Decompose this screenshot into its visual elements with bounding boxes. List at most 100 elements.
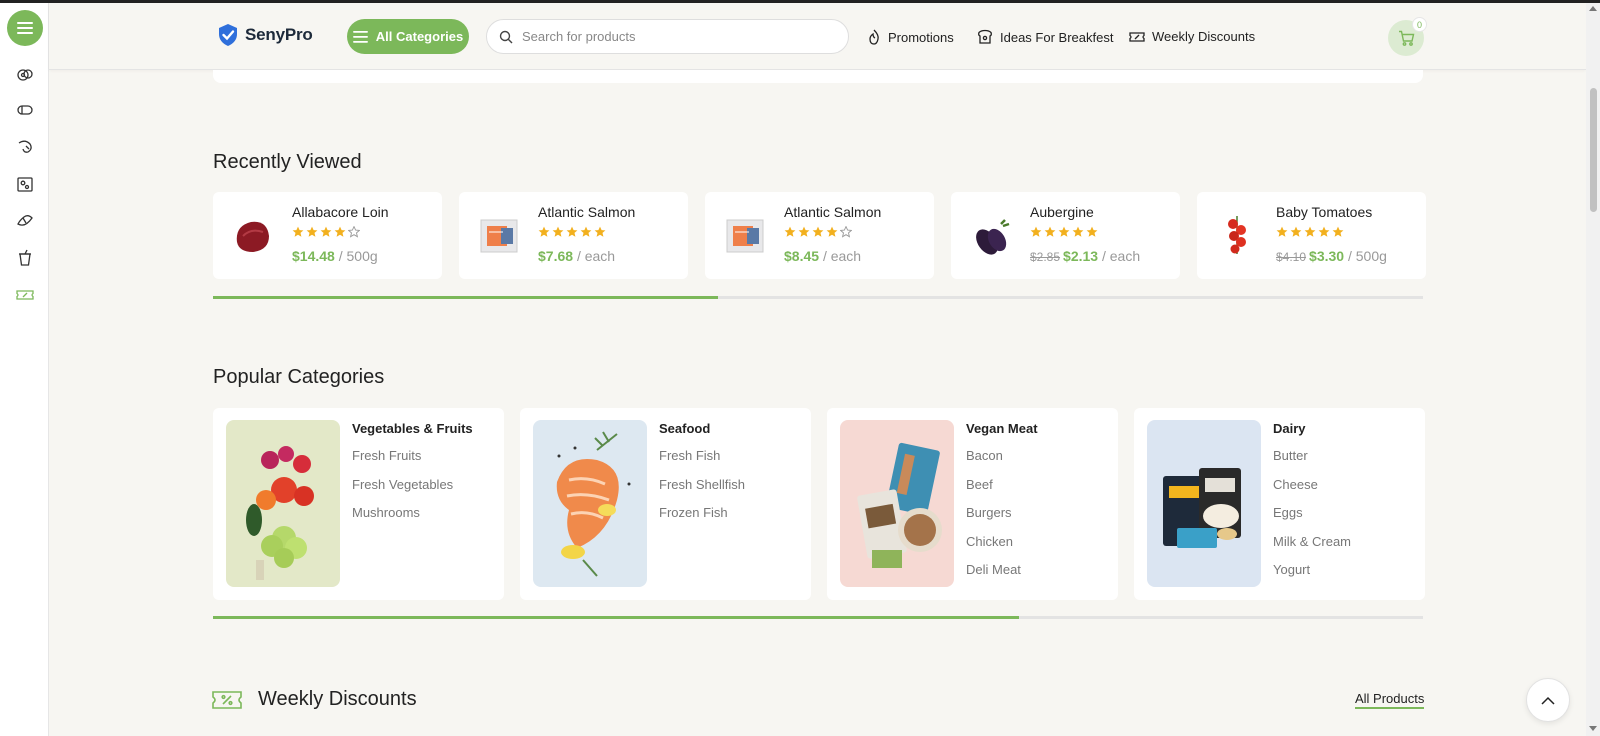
discount-ticket-icon[interactable] — [15, 285, 35, 305]
subcategory-link[interactable]: Frozen Fish — [659, 505, 745, 534]
price-unit: / 500g — [338, 248, 378, 264]
nav-weekly-discounts[interactable]: Weekly Discounts — [1129, 29, 1255, 44]
nav-weekly-label: Weekly Discounts — [1152, 29, 1256, 44]
star-filled-icon — [1086, 226, 1098, 237]
product-image[interactable] — [229, 212, 277, 260]
subcategory-link[interactable]: Cheese — [1273, 477, 1351, 506]
menu-button[interactable] — [7, 10, 43, 46]
star-filled-icon — [594, 226, 606, 237]
product-name[interactable]: Allabacore Loin — [292, 204, 389, 220]
search-bar[interactable] — [486, 19, 849, 54]
star-filled-icon — [580, 226, 592, 237]
product-price: $14.48 / 500g — [292, 248, 378, 264]
current-price: $3.30 — [1309, 248, 1345, 264]
price-unit: / each — [822, 248, 862, 264]
category-image[interactable] — [1147, 420, 1261, 587]
star-filled-icon — [812, 226, 824, 237]
product-name[interactable]: Atlantic Salmon — [538, 204, 635, 220]
back-to-top-button[interactable] — [1526, 678, 1570, 722]
category-image[interactable] — [840, 420, 954, 587]
flame-icon — [869, 29, 879, 45]
cart-count-badge: 0 — [1412, 17, 1427, 32]
category-image[interactable] — [226, 420, 340, 587]
category-card: Dairy Butter Cheese Eggs Milk & Cream Yogurt — [1134, 408, 1425, 600]
product-image[interactable] — [967, 212, 1015, 260]
category-name[interactable]: Vegan Meat — [966, 421, 1038, 436]
category-name[interactable]: Vegetables & Fruits — [352, 421, 473, 436]
subcategory-link[interactable]: Mushrooms — [352, 505, 453, 534]
product-image[interactable] — [721, 212, 769, 260]
subcategory-link[interactable]: Burgers — [966, 505, 1021, 534]
product-rating — [538, 226, 606, 238]
category-name[interactable]: Seafood — [659, 421, 710, 436]
popular-categories-progress[interactable] — [213, 616, 1423, 619]
scroll-up-arrow-icon[interactable] — [1589, 6, 1597, 11]
product-image[interactable] — [1213, 212, 1261, 260]
subcategory-link[interactable]: Eggs — [1273, 505, 1351, 534]
category-image[interactable] — [533, 420, 647, 587]
star-filled-icon — [1030, 226, 1042, 237]
current-price: $7.68 — [538, 248, 574, 264]
star-filled-icon — [1332, 226, 1344, 237]
subcategory-link[interactable]: Deli Meat — [966, 562, 1021, 591]
progress-fill — [213, 616, 1019, 619]
current-price: $2.13 — [1063, 248, 1099, 264]
subcategory-list: Fresh Fish Fresh Shellfish Frozen Fish — [659, 448, 745, 534]
star-filled-icon — [1072, 226, 1084, 237]
avocado-icon[interactable] — [15, 63, 35, 83]
subcategory-link[interactable]: Beef — [966, 477, 1021, 506]
product-card[interactable]: Aubergine $2.85 $2.13 / each — [951, 192, 1180, 279]
drink-cup-icon[interactable] — [15, 248, 35, 268]
star-filled-icon — [826, 226, 838, 237]
discount-ticket-icon — [212, 691, 242, 709]
product-card[interactable]: Baby Tomatoes $4.10 $3.30 / 500g — [1197, 192, 1426, 279]
sausage-icon[interactable] — [15, 100, 35, 120]
all-products-link[interactable]: All Products — [1355, 691, 1425, 709]
star-filled-icon — [784, 226, 796, 237]
subcategory-link[interactable]: Fresh Fish — [659, 448, 745, 477]
product-card[interactable]: Atlantic Salmon $7.68 / each — [459, 192, 688, 279]
subcategory-list: Fresh Fruits Fresh Vegetables Mushrooms — [352, 448, 453, 534]
all-categories-button[interactable]: All Categories — [347, 19, 469, 54]
shrimp-icon[interactable] — [15, 137, 35, 157]
scrollbar-thumb[interactable] — [1590, 88, 1597, 212]
recently-viewed-title: Recently Viewed — [213, 151, 362, 173]
product-card[interactable]: Allabacore Loin $14.48 / 500g — [213, 192, 442, 279]
price-unit: / 500g — [1347, 248, 1387, 264]
croissant-icon[interactable] — [15, 211, 35, 231]
subcategory-link[interactable]: Yogurt — [1273, 562, 1351, 591]
star-filled-icon — [1058, 226, 1070, 237]
nav-promotions[interactable]: Promotions — [867, 29, 954, 45]
subcategory-link[interactable]: Milk & Cream — [1273, 534, 1351, 563]
subcategory-link[interactable]: Fresh Shellfish — [659, 477, 745, 506]
product-name[interactable]: Baby Tomatoes — [1276, 204, 1372, 220]
subcategory-link[interactable]: Fresh Fruits — [352, 448, 453, 477]
product-card[interactable]: Atlantic Salmon $8.45 / each — [705, 192, 934, 279]
product-price: $4.10 $3.30 / 500g — [1276, 248, 1387, 264]
product-rating — [784, 226, 852, 238]
star-empty-icon — [840, 226, 852, 238]
search-input[interactable] — [522, 29, 822, 44]
product-image[interactable] — [475, 212, 523, 260]
star-filled-icon — [306, 226, 318, 237]
category-name[interactable]: Dairy — [1273, 421, 1306, 436]
logo[interactable]: SenyPro — [217, 23, 313, 47]
scroll-down-arrow-icon[interactable] — [1589, 726, 1597, 731]
product-name[interactable]: Aubergine — [1030, 204, 1094, 220]
product-name[interactable]: Atlantic Salmon — [784, 204, 881, 220]
subcategory-link[interactable]: Fresh Vegetables — [352, 477, 453, 506]
subcategory-link[interactable]: Butter — [1273, 448, 1351, 477]
subcategory-link[interactable]: Bacon — [966, 448, 1021, 477]
chevron-up-icon — [1541, 696, 1555, 705]
subcategory-link[interactable]: Chicken — [966, 534, 1021, 563]
product-price: $7.68 / each — [538, 248, 615, 264]
recently-viewed-progress[interactable] — [213, 296, 1423, 299]
star-filled-icon — [292, 226, 304, 237]
nav-ideas-for-breakfast[interactable]: Ideas For Breakfest — [977, 29, 1113, 45]
popular-categories-title: Popular Categories — [213, 366, 385, 388]
cheese-icon[interactable] — [15, 174, 35, 194]
star-filled-icon — [1276, 226, 1288, 237]
side-rail — [0, 3, 49, 736]
cart-icon — [1398, 30, 1414, 46]
subcategory-list: Bacon Beef Burgers Chicken Deli Meat — [966, 448, 1021, 591]
